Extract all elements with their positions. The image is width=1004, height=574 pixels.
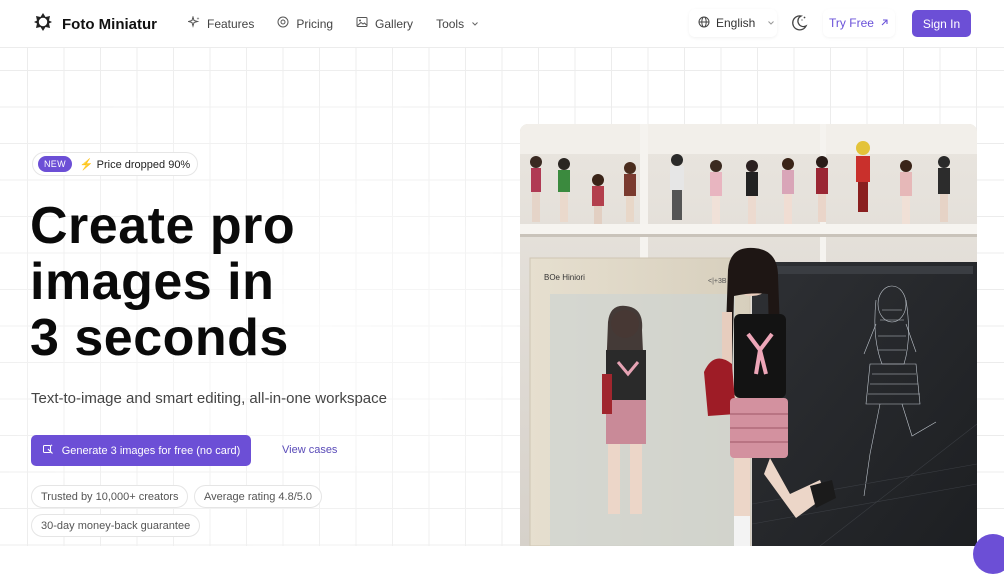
floating-action-button[interactable] [973,534,1004,574]
theme-toggle-button[interactable] [789,13,809,33]
headline-line-2: images in [30,253,275,311]
box-label: BOe Hiniori [544,273,585,282]
globe-icon [698,16,710,31]
chevron-down-icon [767,16,775,30]
logo-icon [33,12,53,37]
trust-pill-rating: Average rating 4.8/5.0 [194,485,323,508]
arrow-up-right-icon [880,16,889,30]
coin-icon [277,16,289,31]
headline-line-3: 3 seconds [30,309,289,367]
nav-tools[interactable]: Tools [436,16,479,31]
language-select[interactable]: English [689,9,777,37]
trust-pill-guarantee: 30-day money-back guarantee [31,514,201,537]
magic-wand-icon [42,443,54,458]
main-nav: Features Pricing Gallery Tools [186,15,479,31]
nav-pricing[interactable]: Pricing [277,16,333,31]
nav-gallery-label: Gallery [375,16,414,31]
chevron-down-icon [471,17,479,31]
hero-subhead: Text-to-image and smart editing, all-in-… [31,390,387,407]
nav-gallery[interactable]: Gallery [356,16,413,31]
moon-icon [789,15,809,37]
nav-features[interactable]: Features [186,15,255,31]
top-nav-bar: Foto Miniatur Features Pricing Gallery T… [0,0,1004,48]
nav-pricing-label: Pricing [296,16,334,31]
language-label: English [716,16,756,30]
nav-tools-label: Tools [436,16,465,31]
trust-pill-creators: Trusted by 10,000+ creators [31,485,189,508]
sparkle-icon [186,15,200,31]
sign-in-button[interactable]: Sign In [912,10,971,37]
try-free-label: Try Free [829,16,874,30]
headline-line-1: Create pro [30,197,296,255]
generate-free-button[interactable]: Generate 3 images for free (no card) [31,435,251,466]
hero-image: BOe Hiniori <|+3B [520,124,977,546]
announcement-badge[interactable]: NEW ⚡ Price dropped 90% [32,152,198,176]
nav-features-label: Features [207,16,255,31]
brand-name: Foto Miniatur [62,16,157,33]
new-badge: NEW [38,156,72,172]
image-icon [356,16,368,31]
box-side-label: <|+3B [708,278,727,285]
view-cases-link[interactable]: View cases [282,444,337,456]
price-drop-text: ⚡ Price dropped 90% [79,158,191,171]
hero-headline: Create pro images in 3 seconds [30,198,450,366]
try-free-button[interactable]: Try Free [823,9,895,37]
generate-free-label: Generate 3 images for free (no card) [61,444,241,457]
brand[interactable]: Foto Miniatur [33,12,157,37]
